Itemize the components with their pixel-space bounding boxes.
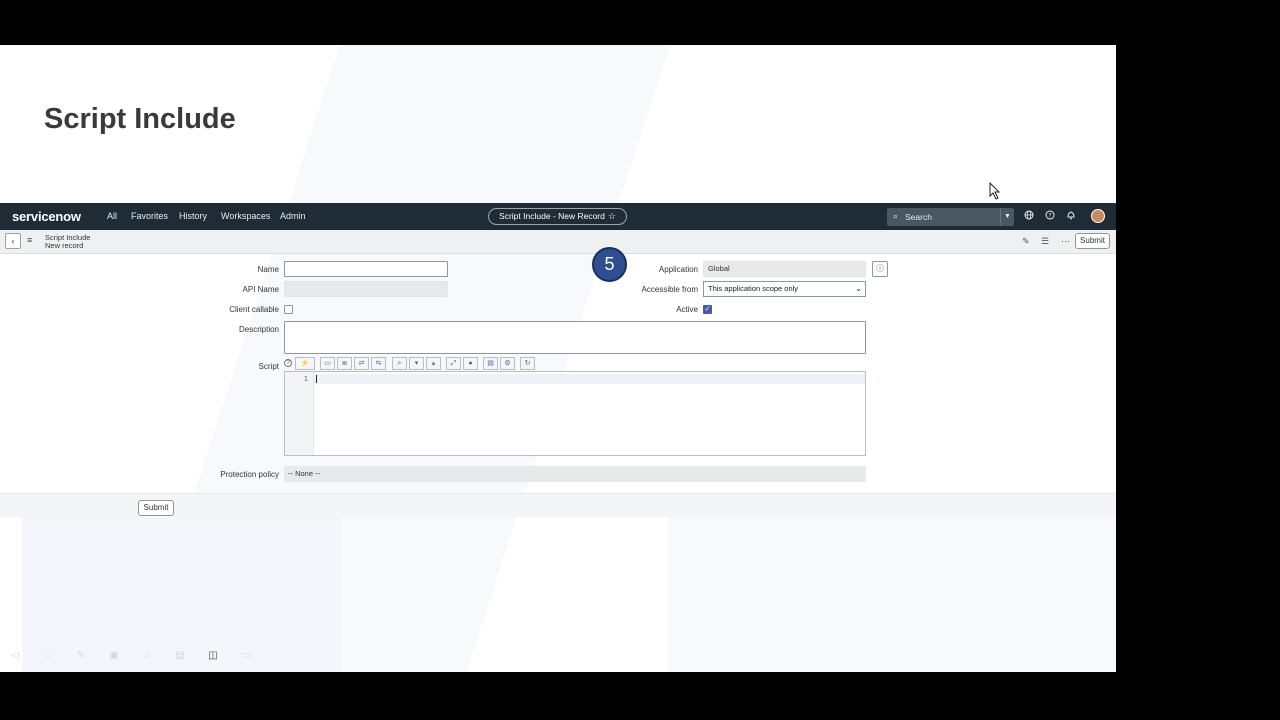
debug-icon[interactable]: ⚙ [500,357,515,370]
fullscreen-icon[interactable]: ⤢ [446,357,461,370]
more-options-icon[interactable]: ··· [1061,236,1070,246]
format-code-icon[interactable]: ≣ [337,357,352,370]
line-gutter: 1 [285,372,314,455]
accessible-from-value: This application scope only [708,284,799,293]
star-icon[interactable]: ☆ [608,211,616,221]
submit-button-bottom[interactable]: Submit [138,500,174,516]
servicenow-logo[interactable]: servicenow [12,209,81,224]
more-icon[interactable]: ▭ [239,649,253,663]
active-label: Active [676,305,698,314]
syntax-check-icon[interactable]: ● [463,357,478,370]
mouse-cursor-icon [989,182,1001,200]
application-field: Global [703,261,866,277]
client-callable-checkbox[interactable] [284,305,293,314]
chevron-down-icon[interactable]: ▼ [1000,208,1014,226]
slide-title: Script Include [44,103,236,135]
script-macros-icon[interactable]: ⚡ [295,357,315,370]
globe-icon[interactable] [1023,210,1035,222]
info-icon[interactable]: ⓘ [872,261,888,277]
record-title-text: Script Include - New Record [499,211,605,221]
protection-policy-select[interactable]: -- None -- [284,466,866,482]
save-icon[interactable]: ▤ [483,357,498,370]
pen-icon[interactable]: ✎ [74,649,88,663]
description-textarea[interactable] [284,321,866,354]
hamburger-menu-icon[interactable]: ≡ [27,235,32,245]
captions-icon[interactable]: ▤ [173,649,187,663]
zoom-icon[interactable]: ⌕ [140,649,154,663]
name-label: Name [257,265,279,274]
settings-sliders-icon[interactable]: ☰ [1041,236,1049,247]
submit-button-top[interactable]: Submit [1075,233,1110,249]
active-line-highlight [314,374,865,384]
refresh-icon[interactable]: ↻ [520,357,535,370]
text-caret [316,375,317,383]
nav-workspaces[interactable]: Workspaces [221,211,270,221]
script-help-icon[interactable]: ? [284,359,292,367]
script-editor[interactable]: 1 [284,371,866,456]
app-header: servicenow All Favorites History Workspa… [0,203,1116,230]
search-placeholder: Search [905,212,932,222]
api-name-field [284,281,448,297]
replace-all-icon[interactable]: ⇆ [371,357,386,370]
find-next-icon[interactable]: ▾ [409,357,424,370]
background-shape [668,515,1116,672]
nav-favorites[interactable]: Favorites [131,211,168,221]
nav-all[interactable]: All [107,211,117,221]
presentation-slide: Script Include servicenow All Favorites … [0,45,1116,672]
back-button[interactable]: ‹ [5,233,21,249]
help-icon[interactable]: ? [1044,210,1056,222]
avatar[interactable] [1091,209,1105,223]
api-name-label: API Name [242,285,279,294]
pointer-icon[interactable]: ◌ [41,649,55,663]
script-label: Script [258,362,279,371]
copy-icon[interactable]: ▣ [107,649,121,663]
active-checkbox[interactable]: ✓ [703,305,712,314]
search-icon: ⌕ [893,211,899,221]
line-number: 1 [303,375,308,383]
application-label: Application [658,265,698,274]
search-icon[interactable]: ⌕ [392,357,407,370]
find-previous-icon[interactable]: ▴ [426,357,441,370]
accessible-from-select[interactable]: This application scope only ⌄ [703,281,866,297]
svg-text:?: ? [1048,212,1051,219]
protection-policy-label: Protection policy [220,470,279,479]
previous-icon[interactable]: ◁ [8,649,22,663]
form-header: ‹ ≡ Script Include New record ✎ ☰ ··· Su… [0,230,1116,254]
chevron-down-icon: ⌄ [855,284,862,293]
comment-icon[interactable]: ▭ [320,357,335,370]
description-label: Description [238,325,279,334]
nav-history[interactable]: History [179,211,207,221]
paperclip-icon[interactable]: ✎ [1022,236,1030,247]
client-callable-label: Client callable [229,305,279,314]
global-search[interactable]: ⌕ Search ▼ [887,208,1014,226]
bell-icon[interactable] [1065,210,1077,222]
video-camera-icon[interactable]: ◫ [206,649,220,663]
replace-icon[interactable]: ⇄ [354,357,369,370]
accessible-from-label: Accessible from [641,285,698,294]
name-input[interactable] [284,261,448,277]
record-title-pill[interactable]: Script Include - New Record ☆ [488,208,627,225]
form-title-record: New record [45,241,84,250]
nav-admin[interactable]: Admin [280,211,306,221]
